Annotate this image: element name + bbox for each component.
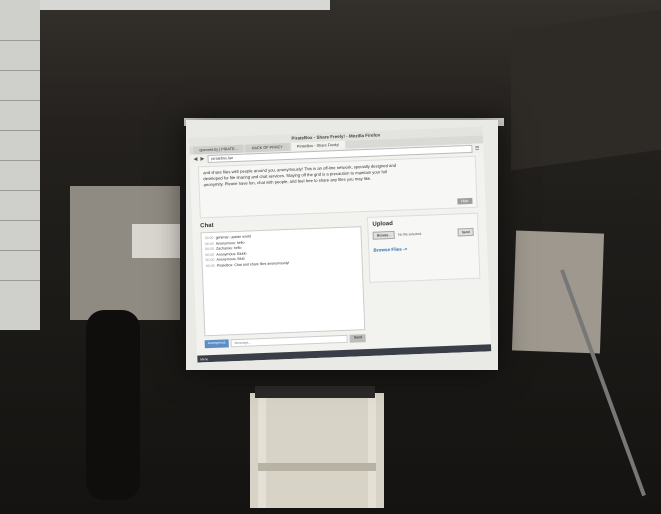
left-wall-panel: [0, 0, 40, 330]
chat-panel: Chat 00:00 gehimar: upside world 00:00 Ano…: [200, 217, 366, 349]
browse-button[interactable]: Browse...: [372, 230, 396, 240]
side-table: [250, 393, 384, 508]
message-input[interactable]: Message...: [230, 334, 349, 348]
upload-panel: Upload Browse... No file selected. Send …: [367, 212, 481, 283]
forward-icon[interactable]: ▶: [200, 156, 204, 162]
hide-button[interactable]: Hide: [456, 197, 473, 205]
no-file-label: No file selected.: [397, 231, 423, 237]
chat-log[interactable]: 00:00 gehimar: upside world 00:00 Anonymou…: [200, 226, 366, 337]
chat-send-button[interactable]: Send: [349, 334, 366, 343]
chat-input-row: Anonymous Message... Send: [204, 334, 366, 349]
nickname-field[interactable]: Anonymous: [204, 339, 229, 349]
content-columns: Chat 00:00 gehimar: upside world 00:00 Ano…: [200, 212, 483, 349]
speaker: [86, 310, 140, 500]
devices-on-table: [255, 386, 375, 398]
upload-title: Upload: [372, 220, 393, 228]
wifi-sign: [132, 224, 180, 258]
menu-icon[interactable]: ☰: [475, 145, 480, 151]
projected-browser: PirateBox - Share Freely! - Mozilla Fire…: [188, 126, 492, 363]
wall-poster-right: [511, 230, 605, 354]
back-icon[interactable]: ◀: [193, 156, 197, 162]
browse-files-link[interactable]: Browse Files ->: [373, 244, 474, 252]
start-menu-button[interactable]: Menu: [200, 357, 208, 361]
upload-row: Browse... No file selected. Send: [372, 227, 474, 240]
upload-send-button[interactable]: Send: [457, 227, 474, 237]
intro-panel: and share files with people around you, …: [197, 155, 478, 219]
ceiling-beam: [511, 9, 661, 171]
top-strip: [0, 0, 330, 10]
